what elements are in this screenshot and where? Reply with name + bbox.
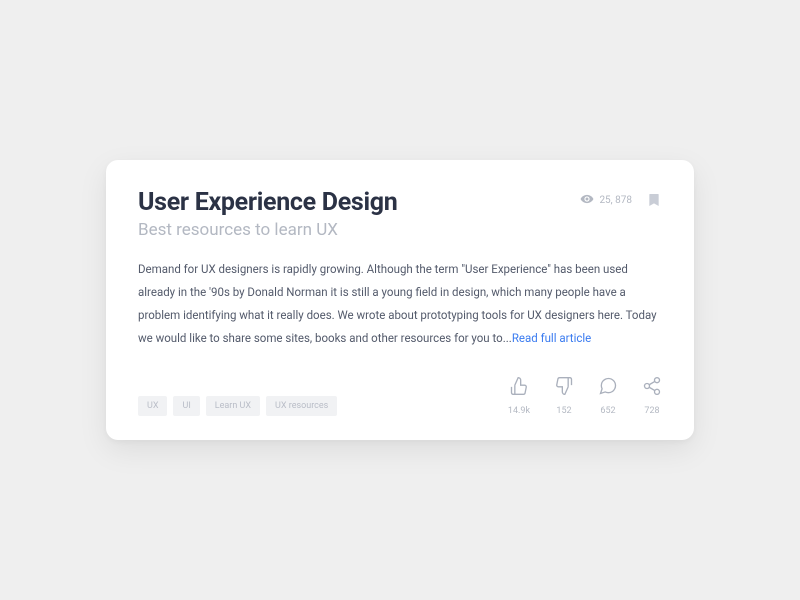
share-icon	[642, 376, 662, 400]
tag-learn-ux[interactable]: Learn UX	[206, 396, 260, 416]
bookmark-button[interactable]	[646, 190, 662, 210]
views-counter: 25, 878	[580, 192, 632, 209]
thumbs-down-icon	[554, 376, 574, 400]
bookmark-icon	[646, 195, 662, 214]
share-count: 728	[644, 406, 659, 416]
action-bar: 14.9k 152 652 728	[508, 376, 662, 416]
tag-list: UX UI Learn UX UX resources	[138, 396, 337, 416]
article-subtitle: Best resources to learn UX	[138, 220, 580, 240]
card-footer: UX UI Learn UX UX resources 14.9k 152	[138, 376, 662, 416]
like-count: 14.9k	[508, 406, 530, 416]
title-block: User Experience Design Best resources to…	[138, 188, 580, 240]
views-count: 25, 878	[599, 195, 632, 206]
article-card: User Experience Design Best resources to…	[106, 160, 694, 440]
tag-ux-resources[interactable]: UX resources	[266, 396, 337, 416]
article-excerpt: Demand for UX designers is rapidly growi…	[138, 258, 662, 350]
like-button[interactable]: 14.9k	[508, 376, 530, 416]
share-button[interactable]: 728	[642, 376, 662, 416]
thumbs-up-icon	[509, 376, 529, 400]
tag-ux[interactable]: UX	[138, 396, 167, 416]
card-header: User Experience Design Best resources to…	[138, 188, 662, 240]
comment-count: 652	[600, 406, 615, 416]
header-meta: 25, 878	[580, 188, 662, 210]
read-more-link[interactable]: Read full article	[512, 331, 591, 345]
comment-button[interactable]: 652	[598, 376, 618, 416]
dislike-count: 152	[556, 406, 571, 416]
article-title: User Experience Design	[138, 188, 580, 218]
dislike-button[interactable]: 152	[554, 376, 574, 416]
tag-ui[interactable]: UI	[173, 396, 199, 416]
comment-icon	[598, 376, 618, 400]
eye-icon	[580, 192, 594, 209]
